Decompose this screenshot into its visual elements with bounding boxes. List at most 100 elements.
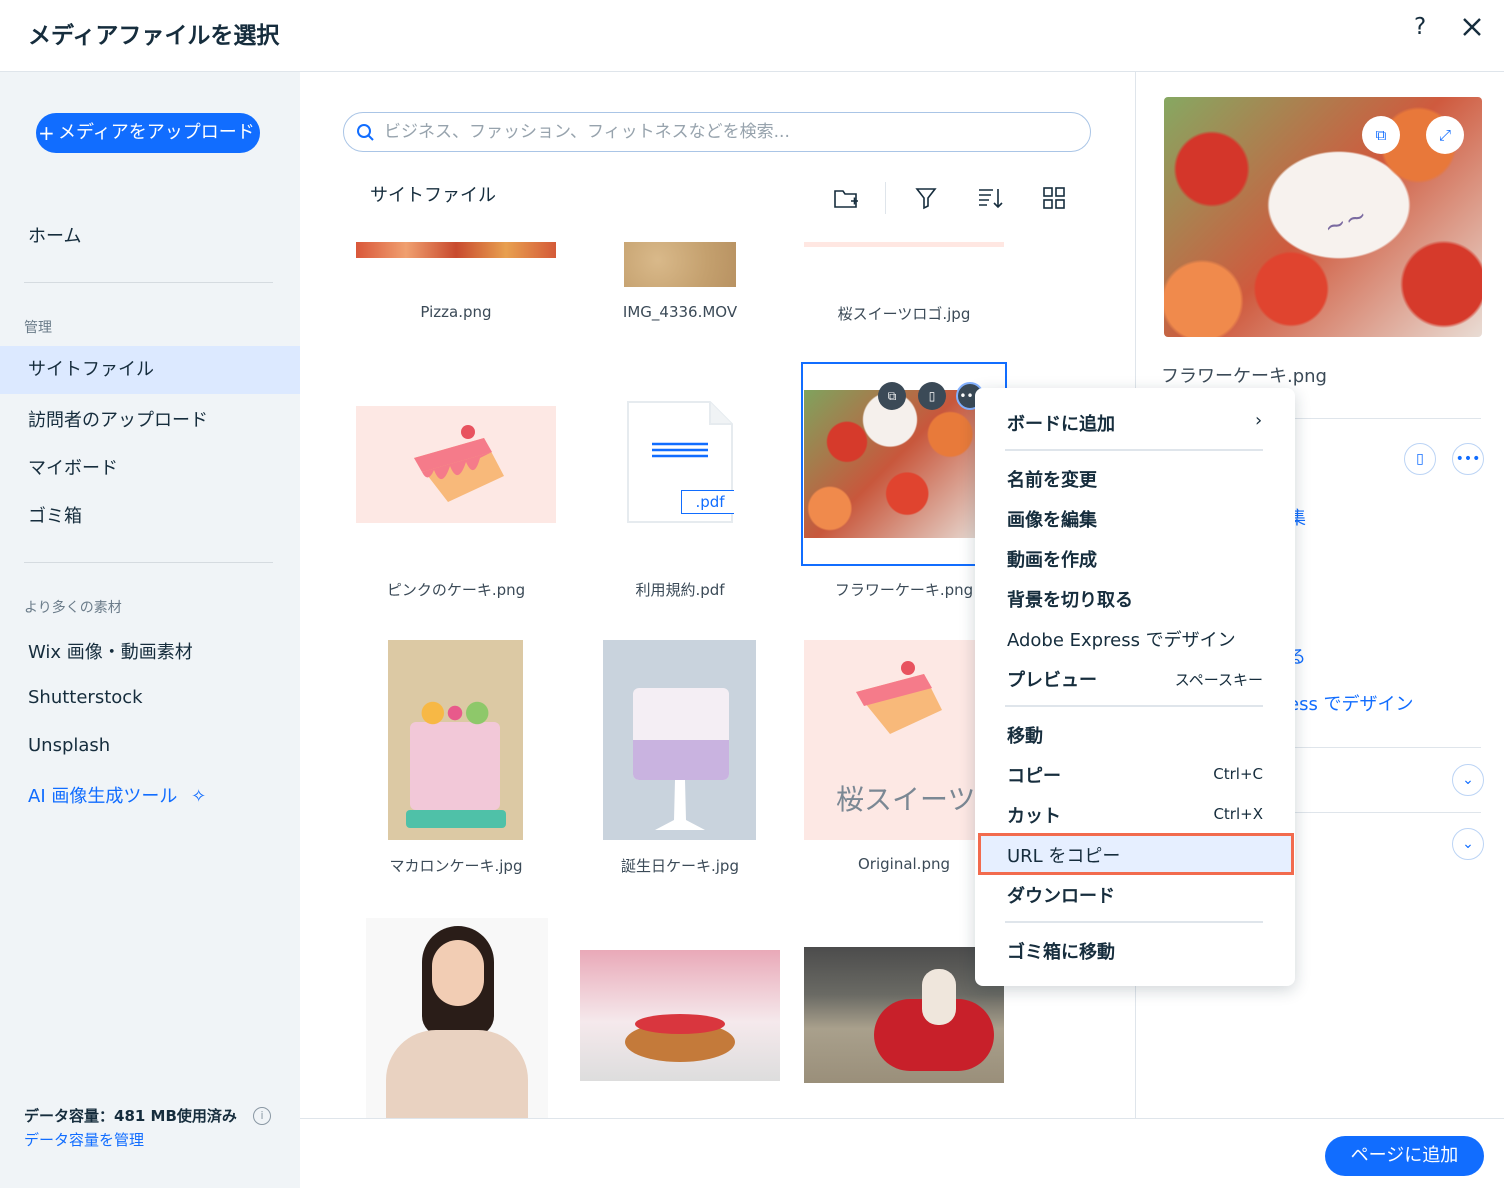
file-name: 桜スイーツロゴ.jpg	[837, 305, 971, 323]
file-name: IMG_4336.MOV	[622, 303, 738, 321]
pink-cake-thumbnail[interactable]	[356, 406, 556, 523]
macaron-cake-thumbnail[interactable]	[388, 640, 523, 840]
menu-item-remove-background[interactable]: 背景を切り取る	[1007, 586, 1133, 612]
menu-item-edit-image[interactable]: 画像を編集	[1007, 506, 1097, 532]
menu-divider	[1005, 449, 1263, 451]
menu-item-copy-url[interactable]: URL をコピー	[1007, 842, 1120, 868]
sidebar: + メディアをアップロード ホーム 管理 サイトファイル 訪問者のアップロード …	[0, 72, 300, 1188]
video-thumbnail[interactable]	[624, 242, 736, 287]
cake-writing: ~~	[1320, 200, 1372, 244]
sidebar-item-unsplash[interactable]: Unsplash	[28, 735, 110, 756]
menu-item-copy[interactable]: コピー	[1007, 762, 1061, 788]
plus-icon: +	[38, 121, 55, 145]
logo-thumbnail[interactable]	[804, 242, 1004, 247]
menu-item-preview[interactable]: プレビュー	[1007, 666, 1097, 692]
birthday-cake-thumbnail[interactable]	[603, 640, 756, 840]
cake-stand	[655, 780, 705, 830]
sidebar-item-home[interactable]: ホーム	[28, 222, 81, 248]
close-icon[interactable]	[1460, 15, 1484, 39]
sidebar-item-visitor-uploads[interactable]: 訪問者のアップロード	[28, 406, 208, 432]
menu-item-move-to-trash[interactable]: ゴミ箱に移動	[1007, 938, 1115, 964]
cut-shortcut: Ctrl+X	[1213, 805, 1263, 823]
file-name: マカロンケーキ.jpg	[389, 857, 523, 875]
new-folder-icon[interactable]	[832, 184, 860, 212]
file-name: 誕生日ケーキ.jpg	[621, 857, 739, 875]
pdf-badge: .pdf	[681, 490, 734, 514]
portrait-thumbnail[interactable]	[366, 918, 548, 1118]
ai-generator-label: AI 画像生成ツール	[28, 786, 178, 807]
chevron-down-icon[interactable]: ⌄	[1452, 828, 1484, 860]
sidebar-item-wix-media[interactable]: Wix 画像・動画素材	[28, 638, 193, 664]
bookmark-icon[interactable]: ▯	[918, 382, 946, 410]
strawberries	[635, 1014, 725, 1034]
search-bar[interactable]	[343, 112, 1091, 152]
bookmark-icon[interactable]: ▯	[1404, 443, 1436, 475]
sidebar-item-trash[interactable]: ゴミ箱	[28, 502, 82, 528]
cake-illustration	[414, 425, 504, 502]
more-options-icon[interactable]: •••	[1452, 443, 1484, 475]
cake-illustration	[856, 661, 942, 734]
filter-icon[interactable]	[912, 184, 940, 212]
menu-item-move[interactable]: 移動	[1007, 722, 1043, 748]
menu-item-cut[interactable]: カット	[1007, 802, 1061, 828]
section-title: サイトファイル	[370, 185, 496, 206]
upload-media-label: メディアをアップロード	[58, 122, 255, 143]
sidebar-item-my-boards[interactable]: マイボード	[28, 454, 118, 480]
copy-shortcut: Ctrl+C	[1213, 765, 1263, 783]
sparkle-icon: ✧	[191, 786, 207, 807]
search-input[interactable]	[384, 119, 1074, 145]
expand-icon[interactable]: ⤢	[1426, 116, 1464, 154]
menu-item-rename[interactable]: 名前を変更	[1007, 466, 1097, 492]
strawberry-cake-thumbnail[interactable]	[580, 950, 780, 1081]
crop-icon[interactable]: ⧉	[1362, 116, 1400, 154]
context-menu: ボードに追加 › 名前を変更 画像を編集 動画を作成 背景を切り取る Adobe…	[975, 388, 1295, 986]
menu-item-download[interactable]: ダウンロード	[1007, 882, 1115, 908]
pizza-thumbnail[interactable]	[356, 242, 556, 258]
dog-bed-thumbnail[interactable]	[804, 947, 1004, 1083]
cake-stand	[406, 810, 506, 828]
dog	[922, 969, 956, 1025]
add-to-page-button[interactable]: ページに追加	[1325, 1136, 1484, 1176]
grid-view-icon[interactable]	[1040, 184, 1068, 212]
info-icon[interactable]: i	[253, 1107, 271, 1125]
file-name: ピンクのケーキ.png	[386, 581, 526, 599]
footer-divider	[300, 1118, 1504, 1119]
pdf-thumbnail[interactable]: .pdf	[626, 400, 734, 524]
chevron-down-icon[interactable]: ⌄	[1452, 764, 1484, 796]
sidebar-item-site-files[interactable]: サイトファイル	[0, 346, 300, 394]
sort-icon[interactable]	[976, 184, 1004, 212]
help-icon[interactable]: ?	[1414, 14, 1426, 40]
dialog-title: メディアファイルを選択	[28, 23, 280, 49]
macarons	[418, 700, 492, 726]
cake-base	[633, 740, 729, 780]
manage-section-label: 管理	[24, 320, 52, 336]
preview-shortcut: スペースキー	[1174, 671, 1263, 689]
selected-file-name: フラワーケーキ.png	[1161, 366, 1327, 387]
toolbar-divider	[885, 182, 886, 214]
sidebar-divider	[24, 562, 273, 563]
flower-cake-thumbnail[interactable]	[804, 390, 976, 538]
original-logo-thumbnail[interactable]: 桜スイーツ	[804, 640, 976, 840]
file-name: Pizza.png	[420, 303, 492, 321]
adobe-link[interactable]: ess でデザイン	[1288, 690, 1414, 716]
menu-divider	[1005, 705, 1263, 707]
storage-usage: データ容量：481 MB使用済み	[24, 1107, 237, 1125]
sidebar-divider	[24, 282, 273, 283]
file-name: 利用規約.pdf	[635, 581, 725, 599]
sidebar-item-shutterstock[interactable]: Shutterstock	[28, 687, 143, 708]
search-icon	[357, 124, 374, 141]
upload-media-button[interactable]: + メディアをアップロード	[36, 113, 260, 153]
menu-item-adobe-express[interactable]: Adobe Express でデザイン	[1007, 626, 1236, 652]
menu-item-create-video[interactable]: 動画を作成	[1007, 546, 1097, 572]
menu-item-add-to-board[interactable]: ボードに追加	[1007, 410, 1115, 436]
manage-storage-link[interactable]: データ容量を管理	[24, 1129, 144, 1150]
more-media-section-label: より多くの素材	[24, 600, 122, 616]
cake-shape	[410, 722, 500, 810]
face	[432, 940, 484, 1006]
crop-icon[interactable]: ⧉	[878, 382, 906, 410]
sidebar-item-ai-generator[interactable]: AI 画像生成ツール ✧	[28, 782, 206, 808]
jacket	[386, 1030, 528, 1118]
menu-divider	[1005, 921, 1263, 923]
dialog-header: メディアファイルを選択 ?	[0, 0, 1504, 72]
chevron-right-icon: ›	[1255, 410, 1263, 431]
